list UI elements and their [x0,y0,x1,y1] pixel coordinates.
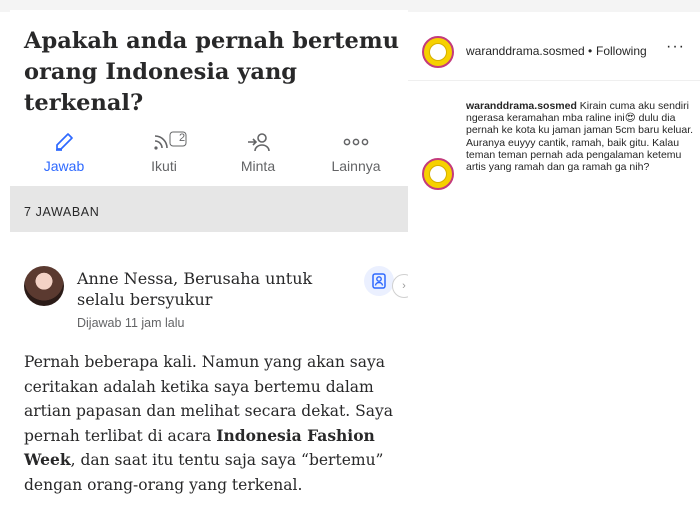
caption-username[interactable]: waranddrama.sosmed [466,100,577,112]
instagram-caption: waranddrama.sosmed Kirain cuma aku sendi… [466,100,698,173]
pencil-icon [56,133,73,151]
separator-dot: • [588,44,593,58]
question-actions: Jawab 2 Ikuti Minta Lainnya [10,130,408,182]
answered-time: Dijawab 11 jam lalu [77,316,185,330]
follow-count: 2 [178,132,186,144]
instagram-avatar[interactable] [422,36,454,68]
more-button[interactable]: Lainnya [316,130,396,174]
caption-avatar[interactable] [422,158,454,190]
author-name[interactable]: Anne Nessa, Berusaha untuk selalu bersyu… [77,268,347,310]
instagram-post-panel: waranddrama.sosmed • Following ··· waran… [408,20,700,522]
answer-author: Anne Nessa, Berusaha untuk selalu bersyu… [24,258,408,330]
following-button[interactable]: Following [596,44,647,58]
question-title[interactable]: Apakah anda pernah bertemu orang Indones… [24,26,404,119]
follow-label: Ikuti [151,158,177,174]
request-label: Minta [240,158,276,174]
answer-text: Pernah beberapa kali. Namun yang akan sa… [24,350,402,497]
add-person-icon [372,273,386,289]
request-person-icon [248,133,270,152]
request-button[interactable]: Minta [218,130,298,174]
answer-button[interactable]: Jawab [24,130,104,174]
follow-button[interactable]: 2 Ikuti [124,130,204,174]
more-dots-icon [343,138,369,146]
answer-part-2: , dan saat itu tentu saja saya “bertemu”… [24,451,384,494]
more-label: Lainnya [331,158,381,174]
follow-author-button[interactable] [364,266,394,296]
answers-count: 7 JAWABAN [24,205,100,219]
question-panel: Apakah anda pernah bertemu orang Indones… [10,10,408,522]
avatar[interactable] [24,266,64,306]
instagram-username[interactable]: waranddrama.sosmed [466,44,585,58]
answers-count-bar: 7 JAWABAN [10,186,408,232]
instagram-header: waranddrama.sosmed • Following ··· [408,20,700,81]
answer-label: Jawab [43,158,85,174]
heart-eyes-emoji: 😍 [624,112,636,125]
more-options-icon[interactable]: ··· [666,38,685,56]
chevron-right-icon[interactable]: › [392,274,408,298]
